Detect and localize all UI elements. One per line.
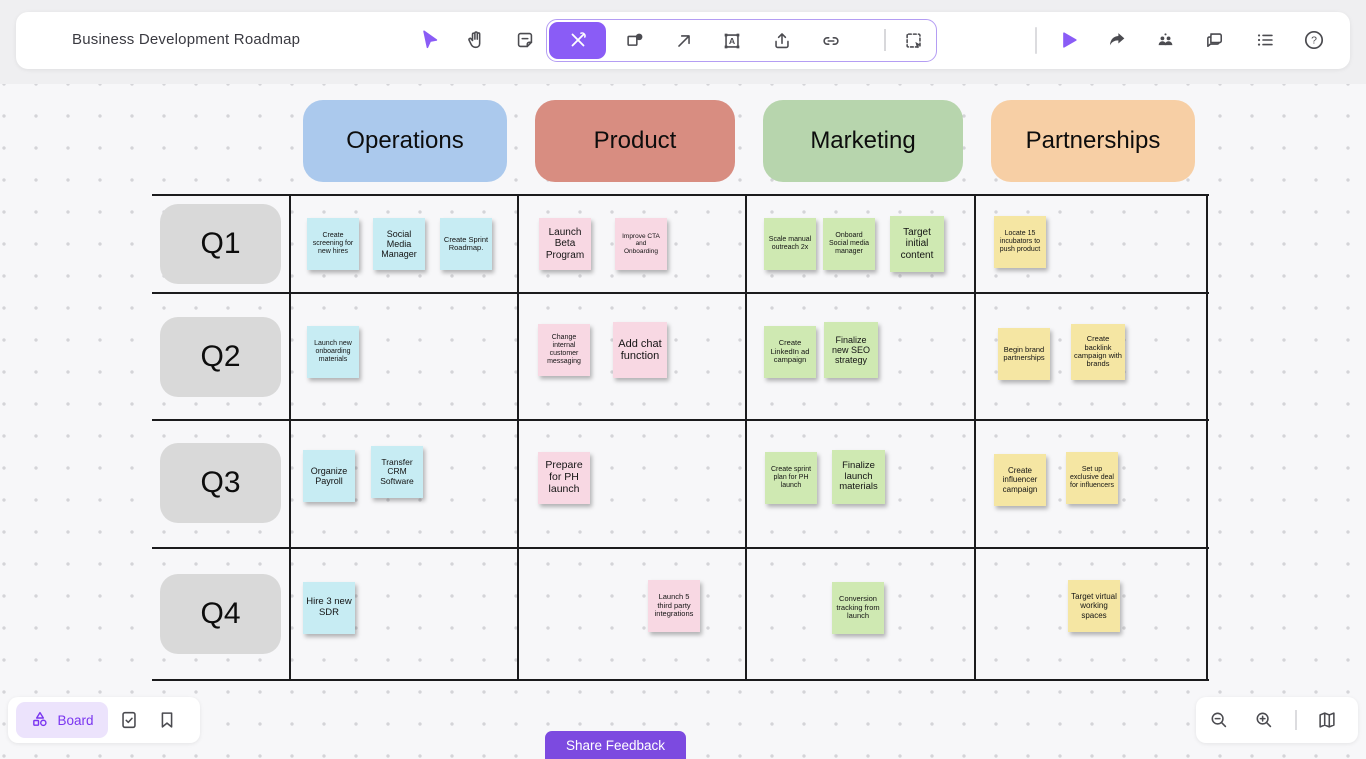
text-frame-icon[interactable]: A: [720, 29, 744, 53]
sticky-note[interactable]: Prepare for PH launch: [538, 452, 590, 504]
sticky-note[interactable]: Transfer CRM Software: [371, 446, 423, 498]
sticky-note[interactable]: Create backlink campaign with brands: [1071, 324, 1125, 380]
list-icon[interactable]: [1253, 28, 1277, 52]
sticky-note-icon[interactable]: [513, 28, 537, 52]
sticky-note[interactable]: Create sprint plan for PH launch: [765, 452, 817, 504]
sticky-note[interactable]: Scale manual outreach 2x: [764, 218, 816, 270]
sticky-note[interactable]: Improve CTA and Onboarding: [615, 218, 667, 270]
grid-line: [745, 195, 747, 680]
row-label-q4[interactable]: Q4: [160, 574, 281, 654]
share-forward-icon[interactable]: [1105, 28, 1129, 52]
sticky-note[interactable]: Conversion tracking from launch: [832, 582, 884, 634]
sticky-note[interactable]: Begin brand partnerships: [998, 328, 1050, 380]
sticky-note[interactable]: Launch 5 third party integrations: [648, 580, 700, 632]
bookmark-icon[interactable]: [156, 709, 178, 731]
diagonal-arrow-icon[interactable]: [672, 29, 696, 53]
column-header-operations[interactable]: Operations: [303, 100, 507, 182]
community-icon[interactable]: [1153, 28, 1177, 52]
tools-button[interactable]: [549, 22, 606, 59]
sticky-note[interactable]: Create LinkedIn ad campaign: [764, 326, 816, 378]
comments-icon[interactable]: [1203, 28, 1227, 52]
zoom-out-icon[interactable]: [1208, 709, 1230, 731]
sticky-note[interactable]: Social Media Manager: [373, 218, 425, 270]
grid-line: [152, 292, 1209, 294]
hand-icon[interactable]: [464, 28, 488, 52]
marquee-select-icon[interactable]: [902, 29, 926, 53]
help-icon[interactable]: ?: [1302, 28, 1326, 52]
map-icon[interactable]: [1316, 709, 1338, 731]
link-icon[interactable]: [819, 29, 843, 53]
row-label-q2[interactable]: Q2: [160, 317, 281, 397]
board-objects: Operations Product Marketing Partnerships Q1…: [0, 0, 1366, 759]
toolbar-divider: [1035, 27, 1037, 54]
row-label-q3[interactable]: Q3: [160, 443, 281, 523]
sticky-note[interactable]: Organize Payroll: [303, 450, 355, 502]
sticky-note[interactable]: Create screening for new hires: [307, 218, 359, 270]
svg-text:A: A: [729, 36, 736, 46]
grid-line: [517, 195, 519, 680]
row-label-q1[interactable]: Q1: [160, 204, 281, 284]
board-shapes-icon: [30, 710, 50, 730]
svg-text:?: ?: [1311, 35, 1317, 47]
zoom-in-icon[interactable]: [1253, 709, 1275, 731]
tool-group-divider: [884, 29, 886, 51]
doc-check-icon[interactable]: [118, 709, 140, 731]
grid-line: [974, 195, 976, 680]
present-play-icon[interactable]: [1057, 28, 1081, 52]
grid-line: [289, 195, 291, 680]
sticky-note[interactable]: Create influencer campaign: [994, 454, 1046, 506]
grid-line: [152, 419, 1209, 421]
bottom-left-bar: Board: [8, 697, 200, 743]
grid-line: [152, 194, 1209, 196]
sticky-note[interactable]: Create Sprint Roadmap.: [440, 218, 492, 270]
shapes-icon[interactable]: [623, 29, 647, 53]
top-toolbar: Business Development Roadmap A: [16, 12, 1350, 69]
sticky-note[interactable]: Finalize launch materials: [832, 450, 885, 504]
board-button[interactable]: Board: [16, 702, 108, 738]
grid-line: [1206, 195, 1208, 680]
column-header-marketing[interactable]: Marketing: [763, 100, 963, 182]
select-cursor-icon[interactable]: [418, 28, 442, 52]
sticky-note[interactable]: Onboard Social media manager: [823, 218, 875, 270]
column-header-partnerships[interactable]: Partnerships: [991, 100, 1195, 182]
column-header-product[interactable]: Product: [535, 100, 735, 182]
bottom-right-bar: [1196, 697, 1358, 743]
sticky-note[interactable]: Locate 15 incubators to push product: [994, 216, 1046, 268]
bottom-bar-divider: [1295, 710, 1297, 730]
grid-line: [152, 547, 1209, 549]
sticky-note[interactable]: Launch new onboarding materials: [307, 326, 359, 378]
share-feedback-button[interactable]: Share Feedback: [545, 731, 686, 759]
upload-icon[interactable]: [770, 29, 794, 53]
board-title[interactable]: Business Development Roadmap: [72, 31, 300, 48]
sticky-note[interactable]: Add chat function: [613, 322, 667, 378]
sticky-note[interactable]: Finalize new SEO strategy: [824, 322, 878, 378]
sticky-note[interactable]: Hire 3 new SDR: [303, 582, 355, 634]
grid-line: [152, 679, 1209, 681]
sticky-note[interactable]: Set up exclusive deal for influencers: [1066, 452, 1118, 504]
sticky-note[interactable]: Target initial content: [890, 216, 944, 272]
board-button-label: Board: [57, 713, 93, 728]
sticky-note[interactable]: Launch Beta Program: [539, 218, 591, 270]
sticky-note[interactable]: Target virtual working spaces: [1068, 580, 1120, 632]
sticky-note[interactable]: Change internal customer messaging: [538, 324, 590, 376]
tool-group: A: [546, 19, 937, 62]
